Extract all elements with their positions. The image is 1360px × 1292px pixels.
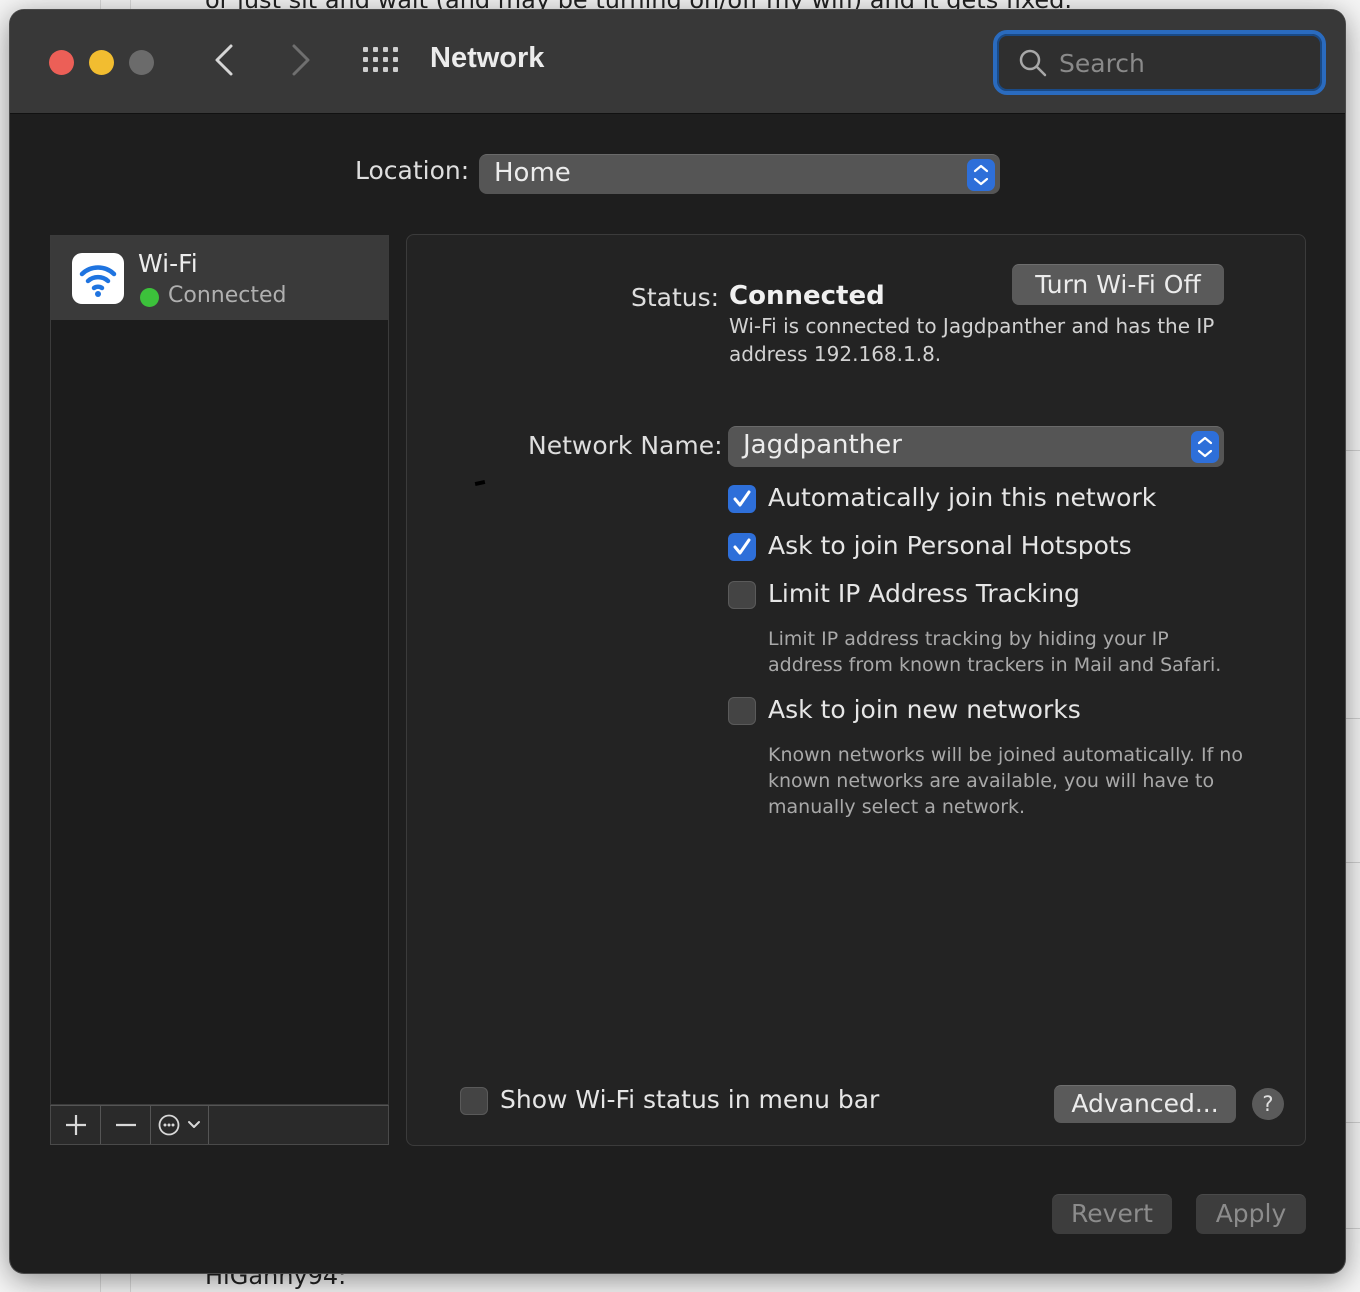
personal-hotspots-checkbox[interactable] bbox=[728, 533, 756, 561]
ask-new-networks-checkbox[interactable] bbox=[728, 697, 756, 725]
ellipsis-circle-icon bbox=[158, 1114, 200, 1136]
minus-icon bbox=[116, 1123, 136, 1127]
minimize-window-button[interactable] bbox=[89, 50, 114, 75]
zoom-window-button[interactable] bbox=[129, 50, 154, 75]
remove-service-button[interactable] bbox=[101, 1106, 151, 1144]
status-indicator-icon bbox=[140, 288, 159, 307]
turn-wifi-off-button[interactable]: Turn Wi-Fi Off bbox=[1012, 264, 1224, 305]
status-value: Connected bbox=[729, 281, 885, 311]
service-list: Wi-Fi Connected bbox=[50, 235, 389, 1105]
forward-button[interactable] bbox=[282, 40, 318, 80]
ask-new-networks-label: Ask to join new networks bbox=[768, 695, 1081, 724]
auto-join-checkbox[interactable] bbox=[728, 485, 756, 513]
location-label: Location: bbox=[355, 156, 470, 185]
chevron-left-icon bbox=[215, 44, 233, 76]
wifi-detail-panel: Status: Connected Turn Wi-Fi Off Wi-Fi i… bbox=[406, 234, 1306, 1146]
add-service-button[interactable] bbox=[51, 1106, 101, 1144]
search-icon bbox=[1019, 49, 1047, 77]
background-divider bbox=[1346, 718, 1360, 719]
ask-new-networks-help: Known networks will be joined automatica… bbox=[768, 744, 1243, 818]
location-value: Home bbox=[494, 158, 571, 188]
show-in-menu-bar-label: Show Wi-Fi status in menu bar bbox=[500, 1085, 880, 1114]
stray-mark bbox=[474, 480, 486, 486]
service-item-wifi[interactable]: Wi-Fi Connected bbox=[51, 236, 388, 320]
limit-ip-tracking-checkbox[interactable] bbox=[728, 581, 756, 609]
checkmark-icon bbox=[733, 490, 751, 507]
popup-stepper-icon bbox=[967, 159, 995, 191]
advanced-button[interactable]: Advanced... bbox=[1054, 1085, 1236, 1123]
popup-stepper-icon bbox=[1191, 431, 1219, 463]
status-label: Status: bbox=[631, 283, 720, 312]
network-name-label: Network Name: bbox=[528, 431, 723, 460]
close-window-button[interactable] bbox=[49, 50, 74, 75]
network-name-value: Jagdpanther bbox=[743, 430, 902, 460]
network-name-popup[interactable]: Jagdpanther bbox=[728, 426, 1224, 467]
show-all-button[interactable] bbox=[362, 46, 400, 74]
limit-ip-tracking-label: Limit IP Address Tracking bbox=[768, 579, 1080, 608]
wifi-icon bbox=[72, 253, 124, 304]
plus-icon bbox=[66, 1115, 86, 1135]
revert-button[interactable]: Revert bbox=[1052, 1194, 1172, 1234]
checkmark-icon bbox=[733, 538, 751, 555]
background-divider bbox=[1346, 1122, 1360, 1123]
personal-hotspots-label: Ask to join Personal Hotspots bbox=[768, 531, 1132, 560]
grid-icon bbox=[363, 47, 398, 72]
service-action-menu-button[interactable] bbox=[151, 1106, 209, 1144]
show-in-menu-bar-checkbox[interactable] bbox=[460, 1087, 488, 1115]
location-popup[interactable]: Home bbox=[479, 154, 1000, 194]
apply-button[interactable]: Apply bbox=[1196, 1194, 1306, 1234]
service-name: Wi-Fi bbox=[138, 249, 198, 278]
service-list-toolbar bbox=[50, 1105, 389, 1145]
auto-join-label: Automatically join this network bbox=[768, 483, 1157, 512]
search-input[interactable] bbox=[1059, 42, 1309, 84]
window-title: Network bbox=[430, 42, 545, 74]
network-preferences-window: Network Location: Home bbox=[10, 10, 1345, 1273]
background-divider bbox=[1346, 450, 1360, 451]
service-status: Connected bbox=[168, 283, 287, 308]
back-button[interactable] bbox=[207, 40, 243, 80]
help-button[interactable]: ? bbox=[1252, 1088, 1284, 1120]
chevron-right-icon bbox=[292, 44, 310, 76]
background-divider bbox=[1346, 1228, 1360, 1229]
limit-ip-tracking-help: Limit IP address tracking by hiding your… bbox=[768, 628, 1222, 676]
titlebar: Network bbox=[10, 10, 1345, 114]
status-description: Wi-Fi is connected to Jagdpanther and ha… bbox=[729, 314, 1215, 366]
search-field[interactable] bbox=[993, 30, 1326, 95]
background-divider bbox=[1346, 862, 1360, 863]
